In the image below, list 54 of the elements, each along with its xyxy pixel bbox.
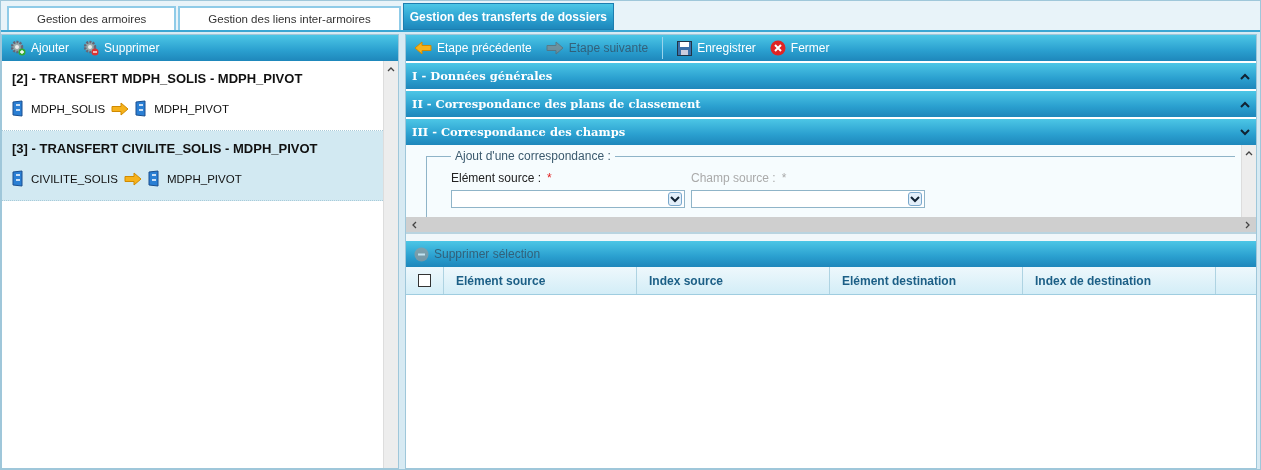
transfer-item[interactable]: [3] - TRANSFERT CIVILITE_SOLIS - MDPH_PIVOT CIVILITE_SOLIS MDPH_PIVOT <box>2 131 383 201</box>
toolbar-button[interactable]: Fermer <box>769 40 830 56</box>
scrollbar[interactable] <box>1241 145 1256 217</box>
chevron-down-icon <box>910 195 920 203</box>
toolbar-button[interactable]: Supprimer <box>83 40 160 56</box>
section-header[interactable]: II - Correspondance des plans de classement <box>406 91 1256 117</box>
column-header[interactable]: Elément destination <box>830 267 1023 294</box>
scroll-left-icon[interactable] <box>410 220 418 229</box>
right-arrow-icon <box>545 41 564 55</box>
source-name: MDPH_SOLIS <box>31 102 106 115</box>
transfer-title: [2] - TRANSFERT MDPH_SOLIS - MDPH_PIVOT <box>12 71 304 86</box>
cabinet-icon <box>12 100 25 117</box>
right-arrow-icon <box>123 171 142 186</box>
source-name: CIVILITE_SOLIS <box>31 172 118 185</box>
gear-remove-icon <box>83 40 100 56</box>
combo-field[interactable] <box>691 190 925 208</box>
toolbar-button[interactable]: Etape précédente <box>414 41 532 55</box>
cabinet-icon <box>147 170 161 187</box>
target-name: MDPH_PIVOT <box>154 102 229 115</box>
section-header[interactable]: I - Données générales <box>406 63 1256 89</box>
scroll-up-icon[interactable] <box>1245 149 1253 157</box>
scroll-up-icon[interactable] <box>387 65 395 73</box>
transfer-title: [3] - TRANSFERT CIVILITE_SOLIS - MDPH_PIVOT <box>12 141 319 156</box>
left-arrow-icon <box>414 41 432 55</box>
minus-circle-icon <box>414 246 429 262</box>
chevron-down-icon <box>1240 128 1250 136</box>
scrollbar[interactable] <box>383 61 398 468</box>
chevron-down-icon <box>670 195 680 203</box>
target-name: MDPH_PIVOT <box>166 172 242 185</box>
fieldset-legend: Ajout d'une correspondance : <box>451 149 615 163</box>
dropdown-button[interactable] <box>908 192 922 206</box>
column-header[interactable]: Index source <box>637 267 830 294</box>
chevron-up-icon <box>1240 100 1250 108</box>
cabinet-icon <box>12 170 25 187</box>
cabinet-icon <box>135 100 149 117</box>
tab[interactable]: Gestion des liens inter-armoires <box>178 6 401 30</box>
tab[interactable]: Gestion des transferts de dossiers <box>402 3 615 30</box>
scroll-right-icon[interactable] <box>1244 220 1252 229</box>
field-label: Champ source : * <box>691 171 788 185</box>
dropdown-button[interactable] <box>668 192 682 206</box>
tab[interactable]: Gestion des armoires <box>7 6 177 30</box>
close-icon <box>769 40 786 56</box>
section-header[interactable]: III - Correspondance des champs <box>406 119 1256 145</box>
toolbar-button[interactable]: Ajouter <box>10 40 70 56</box>
checkbox[interactable] <box>418 274 431 287</box>
toolbar-button[interactable]: Enregistrer <box>677 40 756 56</box>
field-label: Elément source : * <box>451 171 553 185</box>
column-header[interactable]: Elément source <box>444 267 637 294</box>
scrollbar[interactable] <box>406 217 1256 232</box>
column-header[interactable]: Index de destination <box>1023 267 1216 294</box>
gear-add-icon <box>10 40 26 56</box>
chevron-up-icon <box>1240 72 1250 80</box>
combo-field[interactable] <box>451 190 685 208</box>
right-arrow-icon <box>111 101 130 116</box>
